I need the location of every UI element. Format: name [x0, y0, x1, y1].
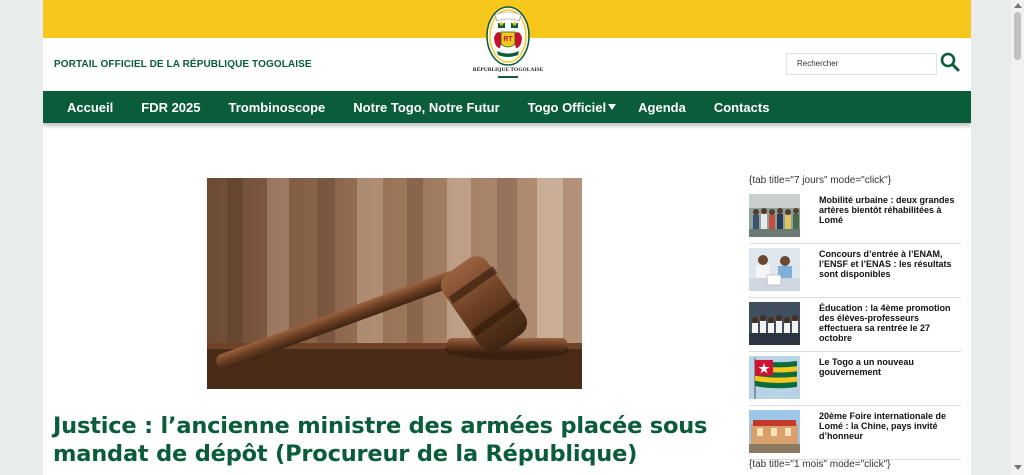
page: PORTAIL OFFICIEL DE LA RÉPUBLIQUE TOGOLA… — [43, 0, 971, 475]
article-hero-image[interactable] — [207, 178, 582, 389]
nav-trombinoscope[interactable]: Trombinoscope — [229, 100, 326, 115]
main-navigation: Accueil FDR 2025 Trombinoscope Notre Tog… — [43, 91, 971, 123]
togo-flag-icon — [749, 356, 800, 399]
coat-of-arms-icon: RT — [486, 6, 530, 66]
scroll-down-arrow-icon[interactable] — [1014, 465, 1022, 470]
news-thumbnail[interactable] — [749, 248, 800, 291]
scrollbar-thumb[interactable] — [1014, 12, 1021, 60]
nav-togo-officiel-label: Togo Officiel — [527, 99, 607, 115]
news-thumbnail[interactable] — [749, 302, 800, 345]
list-item[interactable]: Le Togo a un nouveau gouvernement — [749, 352, 961, 406]
sidebar-news: {tab title="7 jours" mode="click"} Mobil… — [749, 174, 961, 472]
tab-7-jours[interactable]: {tab title="7 jours" mode="click"} — [749, 174, 961, 188]
search-input[interactable]: Rechercher — [786, 53, 937, 75]
list-item[interactable]: Mobilité urbaine : deux grandes artères … — [749, 190, 961, 244]
nav-agenda[interactable]: Agenda — [638, 100, 686, 115]
news-thumbnail[interactable] — [749, 356, 800, 399]
page-scrollbar[interactable] — [1011, 0, 1024, 475]
list-item[interactable]: Concours d’entrée à l’ENAM, l’ENSF et l’… — [749, 244, 961, 298]
nav-togo-officiel[interactable]: Togo Officiel — [527, 99, 617, 115]
nav-notre-togo[interactable]: Notre Togo, Notre Futur — [353, 100, 499, 115]
scroll-up-arrow-icon[interactable] — [1014, 3, 1022, 8]
nav-contacts[interactable]: Contacts — [714, 100, 770, 115]
news-title[interactable]: Le Togo a un nouveau gouvernement — [819, 356, 961, 400]
tab-1-mois[interactable]: {tab title="1 mois" mode="click"} — [749, 458, 961, 472]
chevron-down-icon — [608, 104, 617, 110]
list-item[interactable]: 20ème Foire internationale de Lomé : la … — [749, 406, 961, 460]
logo-caption: RÉPUBLIQUE TOGOLAISE — [472, 67, 544, 73]
portal-title[interactable]: PORTAIL OFFICIEL DE LA RÉPUBLIQUE TOGOLA… — [54, 59, 312, 70]
news-thumbnail[interactable] — [749, 410, 800, 453]
republic-logo[interactable]: RT RÉPUBLIQUE TOGOLAISE — [473, 6, 543, 82]
news-title[interactable]: Mobilité urbaine : deux grandes artères … — [819, 194, 961, 238]
logo-underline — [498, 76, 518, 78]
search-icon[interactable] — [939, 51, 961, 73]
news-thumbnail[interactable] — [749, 194, 800, 237]
nav-fdr-2025[interactable]: FDR 2025 — [141, 100, 200, 115]
news-title[interactable]: 20ème Foire internationale de Lomé : la … — [819, 410, 961, 454]
news-title[interactable]: Concours d’entrée à l’ENAM, l’ENSF et l’… — [819, 248, 961, 292]
article-title[interactable]: Justice : l’ancienne ministre des armées… — [53, 412, 743, 468]
svg-text:RT: RT — [503, 36, 513, 43]
news-title[interactable]: Éducation : la 4ème promotion des élèves… — [819, 302, 961, 346]
list-item[interactable]: Éducation : la 4ème promotion des élèves… — [749, 298, 961, 352]
nav-accueil[interactable]: Accueil — [67, 100, 113, 115]
